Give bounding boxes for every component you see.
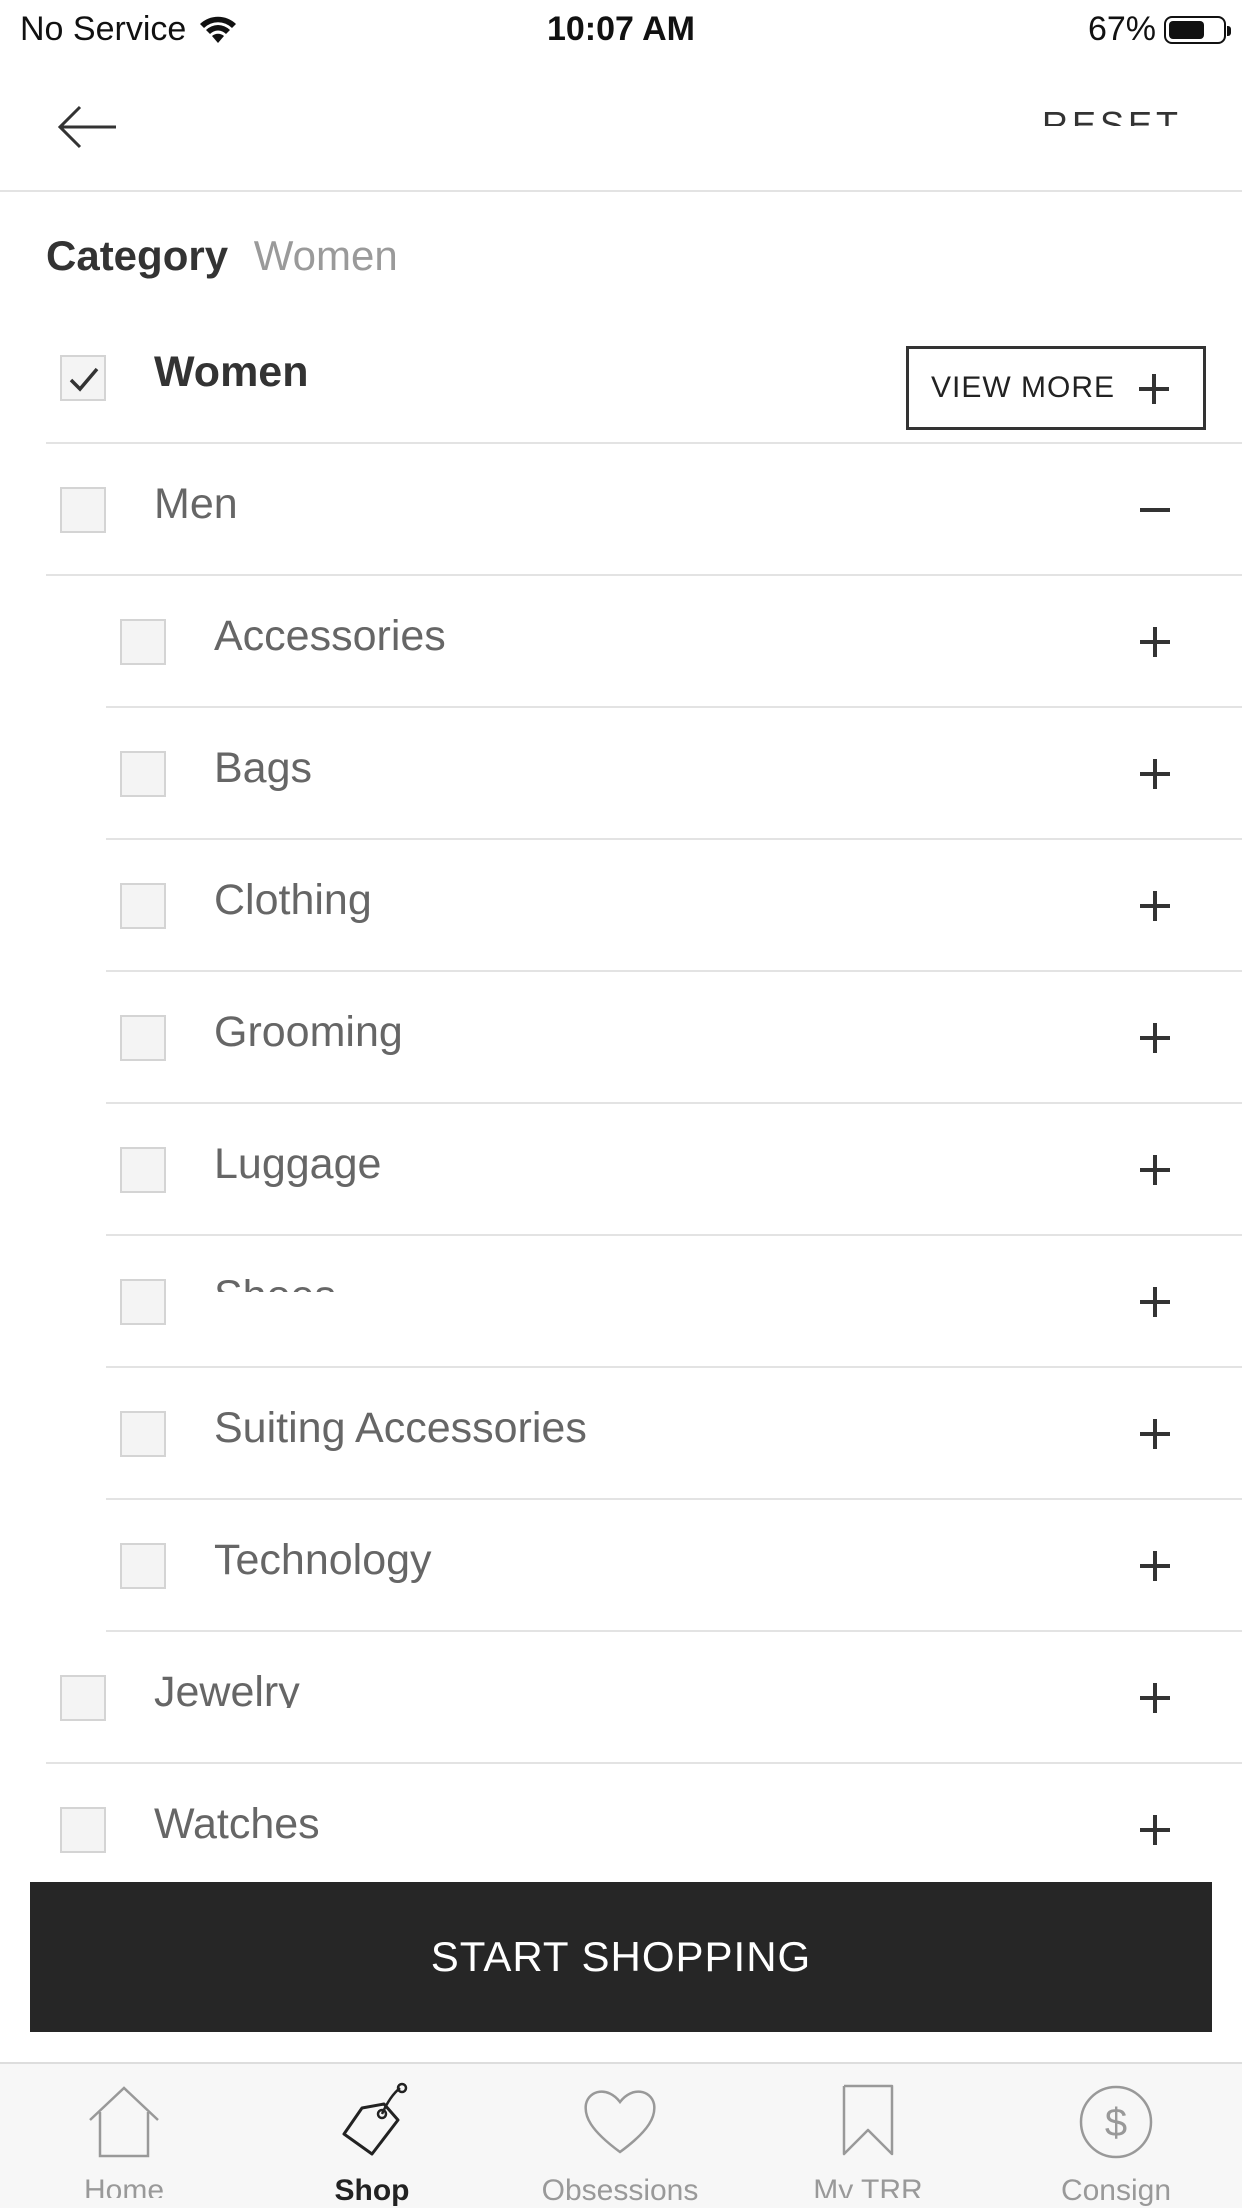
subcategory-label: Shoes — [214, 1272, 336, 1292]
checkbox-luggage[interactable] — [120, 1147, 166, 1193]
subcategory-row-bags[interactable]: Bags — [106, 708, 1242, 840]
checkbox-men[interactable] — [60, 487, 106, 533]
tab-shop[interactable]: Shop — [248, 2064, 496, 2210]
checkbox-technology[interactable] — [120, 1543, 166, 1589]
subcategory-row-technology[interactable]: Technology — [106, 1500, 1242, 1632]
subcategory-row-suiting-accessories[interactable]: Suiting Accessories — [106, 1368, 1242, 1500]
subcategory-row-grooming[interactable]: Grooming — [106, 972, 1242, 1104]
category-label-jewelry: Jewelry — [154, 1668, 300, 1708]
subcategory-row-accessories[interactable]: Accessories — [106, 576, 1242, 708]
category-label-watches: Watches — [154, 1800, 320, 1848]
plus-icon[interactable] — [1138, 1813, 1172, 1847]
checkbox-jewelry[interactable] — [60, 1675, 106, 1721]
checkbox-clothing[interactable] — [120, 883, 166, 929]
view-more-label: VIEW MORE — [931, 371, 1116, 404]
svg-text:$: $ — [1105, 2101, 1127, 2145]
subcategory-label: Accessories — [214, 612, 446, 660]
battery-level — [1169, 20, 1204, 39]
checkmark-icon — [69, 367, 99, 392]
dollar-circle-icon: $ — [1079, 2085, 1153, 2159]
subcategory-label: Clothing — [214, 876, 372, 924]
status-battery: 67% — [1087, 10, 1231, 49]
tab-home[interactable]: Home — [0, 2064, 248, 2210]
battery-percent: 67% — [1087, 10, 1156, 48]
battery-icon — [1164, 15, 1231, 44]
subcategory-label: Technology — [214, 1536, 432, 1584]
plus-icon[interactable] — [1138, 1021, 1172, 1055]
subcategory-row-clothing[interactable]: Clothing — [106, 840, 1242, 972]
category-heading: Category Women — [46, 232, 398, 280]
category-label-men: Men — [154, 480, 238, 520]
checkbox-shoes[interactable] — [120, 1279, 166, 1325]
view-more-button[interactable]: VIEW MORE — [906, 346, 1206, 430]
category-label: Category — [46, 232, 229, 279]
status-bar: No Service 10:07 AM 67% — [0, 0, 1242, 64]
category-row-jewelry[interactable]: Jewelry — [46, 1632, 1242, 1764]
tab-consign[interactable]: $ Consign — [992, 2064, 1240, 2210]
subcategory-label: Grooming — [214, 1008, 403, 1056]
tab-my-trr[interactable]: My TRR — [744, 2064, 992, 2210]
status-time: 10:07 AM — [546, 10, 696, 48]
plus-icon[interactable] — [1138, 1549, 1172, 1583]
plus-icon[interactable] — [1138, 757, 1172, 791]
plus-icon[interactable] — [1138, 1153, 1172, 1187]
heart-icon — [584, 2090, 656, 2154]
shopping-tag-icon — [342, 2082, 408, 2156]
reset-button[interactable]: RESET — [1042, 104, 1182, 126]
subcategory-label: Suiting Accessories — [214, 1404, 587, 1452]
checkbox-watches[interactable] — [60, 1807, 106, 1853]
category-label-women: Women — [154, 348, 309, 396]
tab-label: My TRR — [813, 2174, 923, 2198]
top-nav: RESET — [0, 64, 1242, 192]
plus-icon[interactable] — [1138, 889, 1172, 923]
tab-label: Obsessions — [541, 2174, 699, 2207]
bookmark-icon — [842, 2084, 894, 2156]
category-row-watches[interactable]: Watches — [46, 1764, 1242, 1896]
plus-icon — [1139, 374, 1169, 404]
checkbox-grooming[interactable] — [120, 1015, 166, 1061]
subcategory-label: Luggage — [214, 1140, 382, 1188]
tab-label: Consign — [1060, 2174, 1172, 2207]
start-shopping-button[interactable]: START SHOPPING — [30, 1882, 1212, 2032]
tab-obsessions[interactable]: Obsessions — [496, 2064, 744, 2210]
category-row-women[interactable]: Women VIEW MORE — [46, 312, 1242, 444]
minus-icon[interactable] — [1138, 493, 1172, 527]
checkbox-suiting-accessories[interactable] — [120, 1411, 166, 1457]
checkbox-accessories[interactable] — [120, 619, 166, 665]
subcategory-row-shoes[interactable]: Shoes — [106, 1236, 1242, 1368]
tab-label: Home — [83, 2174, 165, 2198]
plus-icon[interactable] — [1138, 625, 1172, 659]
subcategory-label: Bags — [214, 744, 313, 792]
tab-label: Shop — [334, 2174, 410, 2207]
plus-icon[interactable] — [1138, 1681, 1172, 1715]
tab-bar: Home Shop Obsessions My TRR $ Consign — [0, 2062, 1242, 2208]
back-arrow-icon[interactable] — [56, 102, 120, 152]
plus-icon[interactable] — [1138, 1417, 1172, 1451]
home-icon — [89, 2086, 159, 2158]
checkbox-women[interactable] — [60, 355, 106, 401]
subcategory-row-luggage[interactable]: Luggage — [106, 1104, 1242, 1236]
category-value: Women — [253, 232, 398, 279]
category-row-men[interactable]: Men — [46, 444, 1242, 576]
plus-icon[interactable] — [1138, 1285, 1172, 1319]
checkbox-bags[interactable] — [120, 751, 166, 797]
